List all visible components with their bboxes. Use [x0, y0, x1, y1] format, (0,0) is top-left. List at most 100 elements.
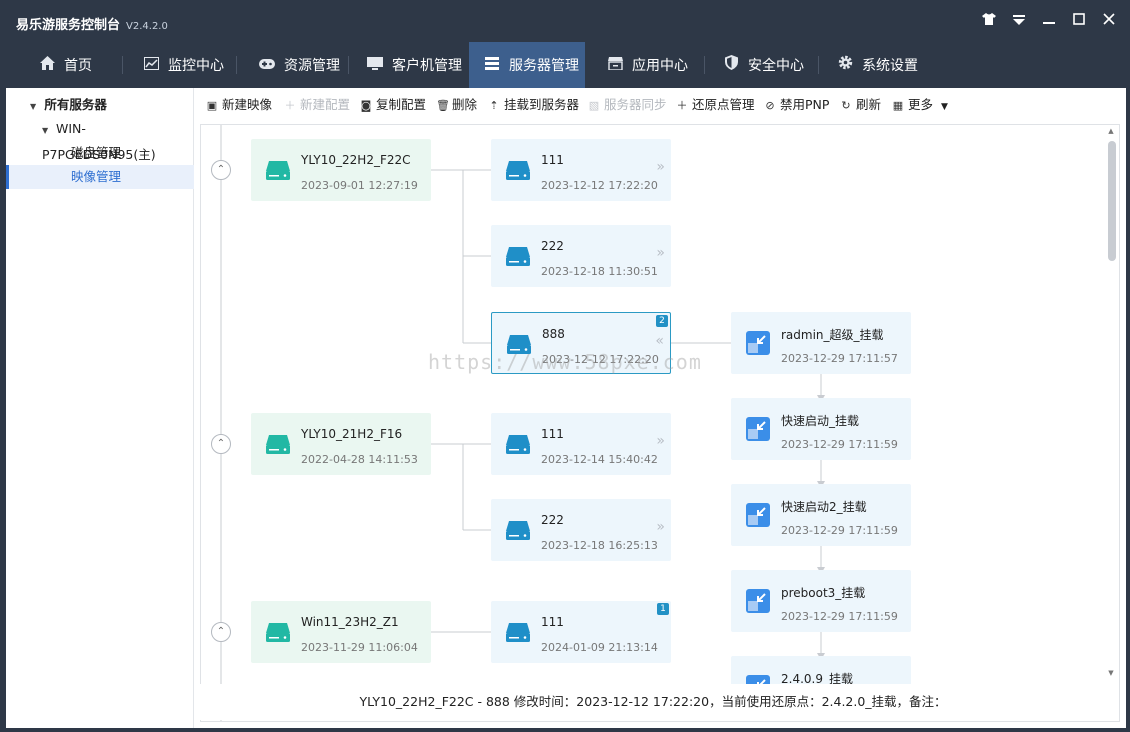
main-nav: 首页 监控中心 资源管理 客户机管理 服务器管理 应用中心 安全中心 系统设置	[0, 42, 1130, 88]
expand-chevron-icon[interactable]: »	[656, 433, 665, 449]
restore-point-icon	[746, 331, 770, 355]
copy-config-button[interactable]: ◙ 复制配置	[360, 92, 426, 118]
tree-all-servers[interactable]: ▼ 所有服务器	[6, 93, 194, 117]
new-image-button[interactable]: ▣ 新建映像	[206, 92, 272, 118]
nav-resource-label: 资源管理	[284, 58, 340, 74]
maximize-icon[interactable]	[1066, 8, 1092, 34]
restore-point-icon	[746, 503, 770, 527]
new-config-label: 新建配置	[300, 97, 351, 112]
collapse-toggle[interactable]: ⌃	[211, 434, 231, 454]
delete-button[interactable]: 🗑 删除	[436, 92, 477, 118]
config-card[interactable]: 111 2023-12-12 17:22:20 »	[491, 139, 671, 201]
collapse-toggle[interactable]: ⌃	[211, 622, 231, 642]
nav-monitor-center[interactable]: 监控中心	[142, 42, 242, 88]
server-sync-button[interactable]: ▧ 服务器同步	[588, 92, 667, 118]
server-sync-label: 服务器同步	[604, 97, 667, 112]
scroll-down-icon[interactable]: ▼	[1106, 669, 1116, 679]
config-date: 2023-12-18 11:30:51	[541, 265, 658, 278]
base-image-card[interactable]: YLY10_21H2_F16 2022-04-28 14:11:53	[251, 413, 431, 475]
nav-server-management[interactable]: 服务器管理	[469, 42, 585, 88]
restore-point-date: 2023-12-29 17:11:59	[781, 524, 898, 537]
disable-icon: ⊘	[765, 99, 775, 112]
new-image-label: 新建映像	[222, 97, 273, 112]
restore-point-date: 2023-12-29 17:11:57	[781, 352, 898, 365]
config-name: 222	[541, 513, 564, 527]
tree-server-node[interactable]: ▼ WIN-P7PGEDS0N95(主)	[6, 117, 194, 162]
nav-monitor-label: 监控中心	[168, 58, 224, 74]
config-card[interactable]: 222 2023-12-18 16:25:13 »	[491, 499, 671, 561]
disk-icon	[266, 161, 290, 180]
nav-app-center[interactable]: 应用中心	[606, 42, 706, 88]
grid-icon: ▦	[892, 99, 904, 112]
store-icon	[606, 42, 624, 88]
expand-chevron-icon[interactable]: »	[656, 519, 665, 535]
restore-count-badge: 2	[656, 315, 668, 327]
config-name: 111	[541, 427, 564, 441]
expanded-triangle-icon[interactable]: ▼	[30, 95, 40, 119]
config-name: 111	[541, 153, 564, 167]
base-image-card[interactable]: Win11_23H2_Z1 2023-11-29 11:06:04	[251, 601, 431, 663]
nav-home[interactable]: 首页	[38, 42, 120, 88]
expand-chevron-icon[interactable]: »	[656, 159, 665, 175]
tree-image-label: 映像管理	[71, 169, 122, 184]
close-icon[interactable]	[1096, 8, 1122, 34]
restore-point-card[interactable]: preboot3_挂载 2023-12-29 17:11:59	[731, 570, 911, 632]
disk-icon	[266, 435, 290, 454]
collapse-toggle[interactable]: ⌃	[211, 160, 231, 180]
image-date: 2023-11-29 11:06:04	[301, 641, 418, 654]
shirt-icon[interactable]	[976, 8, 1002, 34]
image-name: Win11_23H2_Z1	[301, 615, 399, 629]
plus-icon: ＋	[284, 99, 296, 112]
chart-icon	[142, 42, 160, 88]
server-tree: ▼ 所有服务器 ▼ WIN-P7PGEDS0N95(主) 磁盘管理 映像管理	[6, 88, 194, 728]
base-image-card[interactable]: YLY10_22H2_F22C 2023-09-01 12:27:19	[251, 139, 431, 201]
tree-item-image-management[interactable]: 映像管理	[6, 165, 194, 189]
nav-resource-management[interactable]: 资源管理	[258, 42, 358, 88]
expanded-triangle-icon[interactable]: ▼	[42, 119, 52, 143]
config-name: 111	[541, 615, 564, 629]
more-button[interactable]: ▦ 更多 ▼	[892, 92, 948, 118]
server-icon	[483, 42, 501, 88]
vertical-scrollbar[interactable]	[1108, 141, 1116, 261]
new-image-icon: ▣	[206, 99, 218, 112]
config-card[interactable]: 111 2023-12-14 15:40:42 »	[491, 413, 671, 475]
config-name: 888	[542, 327, 565, 341]
nav-security-center[interactable]: 安全中心	[722, 42, 822, 88]
config-date: 2023-12-14 15:40:42	[541, 453, 658, 466]
restore-point-card[interactable]: 快速启动2_挂载 2023-12-29 17:11:59	[731, 484, 911, 546]
nav-settings-label: 系统设置	[862, 58, 918, 74]
config-card[interactable]: 222 2023-12-18 11:30:51 »	[491, 225, 671, 287]
expand-chevron-icon[interactable]: »	[656, 245, 665, 261]
disk-icon	[506, 435, 530, 454]
disk-icon	[266, 623, 290, 642]
upload-icon: ⇡	[489, 99, 499, 112]
refresh-icon: ↻	[841, 99, 851, 112]
gear-icon	[836, 42, 854, 88]
nav-app-label: 应用中心	[632, 58, 688, 74]
tree-item-disk-management[interactable]: 磁盘管理	[6, 141, 194, 165]
restore-point-card[interactable]: radmin_超级_挂载 2023-12-29 17:11:57	[731, 312, 911, 374]
plus-icon: ＋	[676, 99, 688, 112]
restore-point-card[interactable]: 快速启动_挂载 2023-12-29 17:11:59	[731, 398, 911, 460]
nav-system-settings[interactable]: 系统设置	[836, 42, 936, 88]
home-icon	[38, 42, 56, 88]
mount-to-server-button[interactable]: ⇡ 挂载到服务器	[488, 92, 579, 118]
new-config-button[interactable]: ＋ 新建配置	[284, 92, 351, 118]
more-label: 更多	[908, 97, 934, 112]
restore-point-button[interactable]: ＋ 还原点管理	[676, 92, 755, 118]
collapse-chevron-icon[interactable]: «	[655, 333, 664, 349]
restore-count-badge: 1	[657, 603, 669, 615]
nav-client-management[interactable]: 客户机管理	[366, 42, 466, 88]
restore-point-name: radmin_超级_挂载	[781, 328, 884, 342]
dropdown-triangle-icon[interactable]	[1006, 8, 1032, 34]
disable-pnp-button[interactable]: ⊘ 禁用PNP	[764, 92, 829, 118]
nav-divider	[236, 56, 237, 74]
nav-security-label: 安全中心	[748, 58, 804, 74]
nav-divider	[818, 56, 819, 74]
config-card[interactable]: 111 2024-01-09 21:13:14 1	[491, 601, 671, 663]
delete-label: 删除	[452, 97, 478, 112]
refresh-button[interactable]: ↻ 刷新	[840, 92, 881, 118]
scroll-up-icon[interactable]: ▲	[1106, 127, 1116, 137]
app-title: 易乐游服务控制台 V2.4.2.0	[16, 14, 168, 33]
minimize-icon[interactable]	[1036, 8, 1062, 34]
